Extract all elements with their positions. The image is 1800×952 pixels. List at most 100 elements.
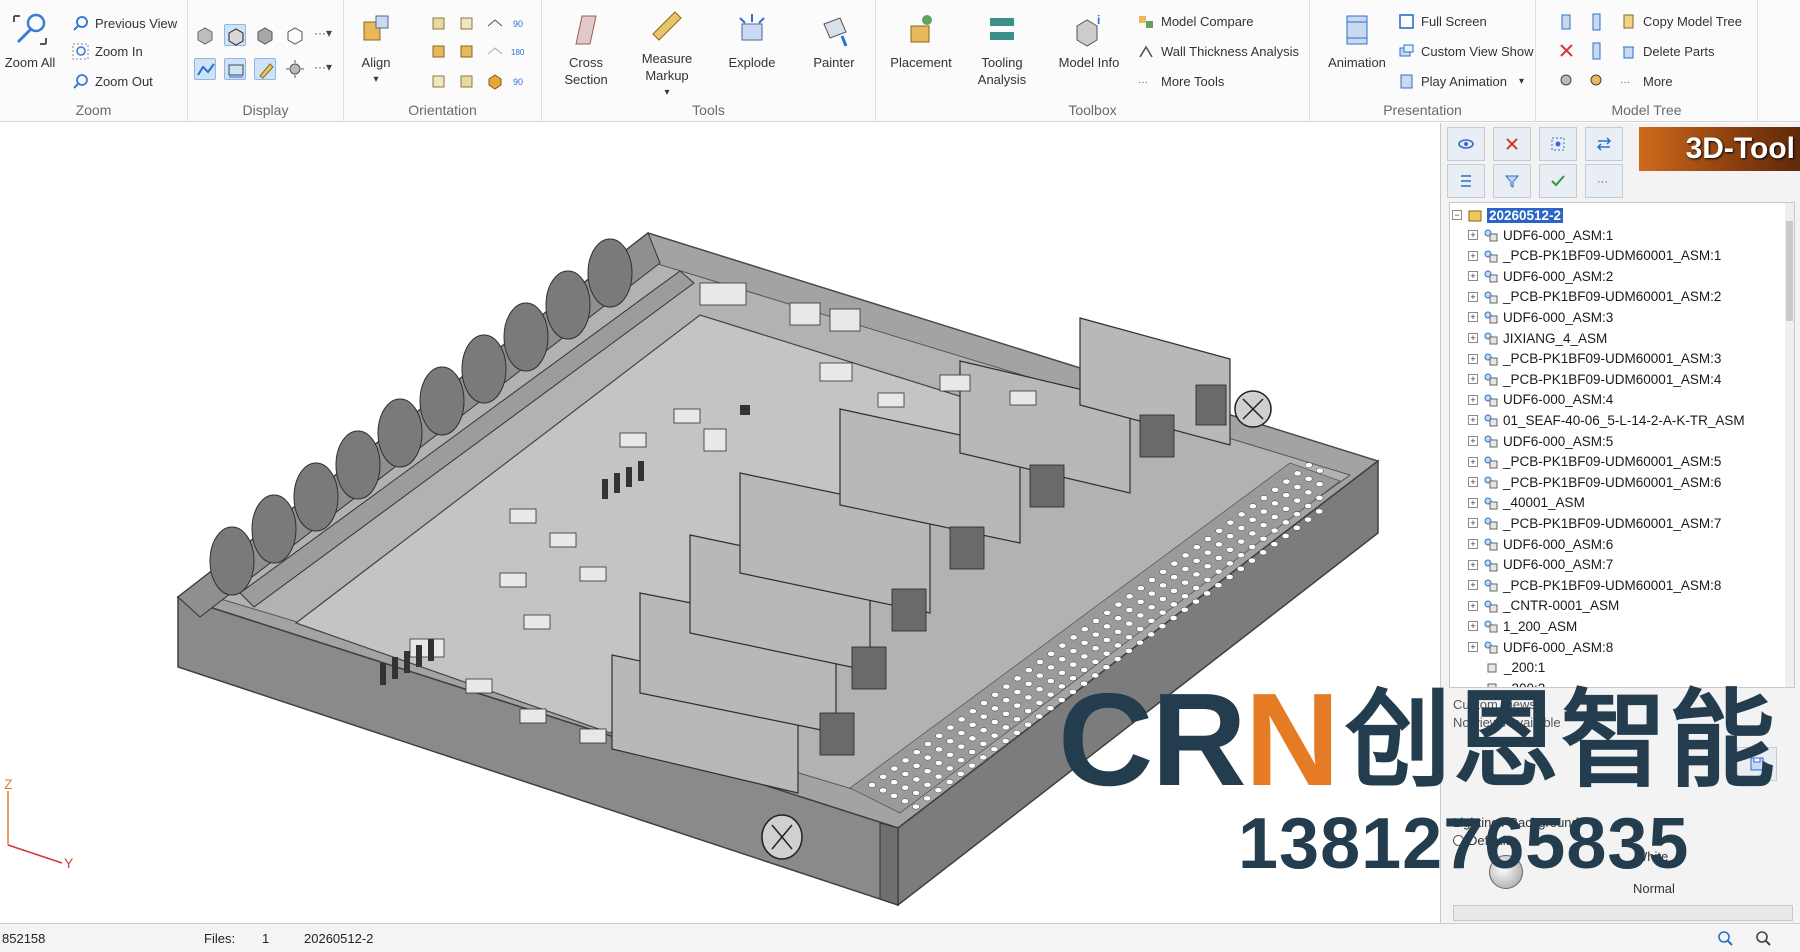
expand-icon[interactable]: + — [1468, 539, 1478, 549]
expand-icon[interactable]: + — [1468, 642, 1478, 652]
placement-button[interactable]: Placement — [886, 10, 956, 71]
model-tree[interactable]: − 20260512-2 + UDF6-000_ASM:1 + _PCB-PK1BF0… — [1449, 202, 1795, 688]
tree-color-icon[interactable] — [1586, 70, 1608, 92]
rotate-90-icon[interactable]: 90 — [510, 12, 532, 34]
expand-icon[interactable]: + — [1468, 374, 1478, 385]
tree-expand-icon[interactable] — [1556, 11, 1578, 33]
panel-swap-button[interactable] — [1585, 127, 1623, 161]
expand-icon[interactable]: + — [1468, 353, 1478, 364]
rotate-270-icon[interactable]: 90 — [510, 70, 532, 92]
full-screen-button[interactable]: Full Screen — [1398, 10, 1487, 32]
cross-section-button[interactable]: Cross Section — [558, 10, 614, 88]
status-zoom-icon[interactable] — [1716, 929, 1734, 950]
panel-hide-button[interactable] — [1493, 127, 1531, 161]
light-settings-icon[interactable] — [284, 58, 306, 80]
expand-icon[interactable]: + — [1468, 580, 1478, 591]
tree-item[interactable]: + UDF6-000_ASM:4 — [1468, 390, 1613, 410]
view-bottom-icon[interactable] — [456, 70, 478, 92]
painter-button[interactable]: Painter — [804, 10, 864, 71]
expand-icon[interactable]: + — [1468, 600, 1478, 611]
rotate-180-icon[interactable]: 180 — [510, 40, 532, 62]
tree-item[interactable]: + _40001_ASM — [1468, 493, 1585, 513]
view-front-icon[interactable] — [428, 12, 450, 34]
tree-item[interactable]: + UDF6-000_ASM:2 — [1468, 266, 1613, 286]
custom-view-show-button[interactable]: Custom View Show — [1398, 40, 1533, 62]
dimension-display-icon[interactable] — [224, 58, 246, 80]
tree-item[interactable]: + UDF6-000_ASM:7 — [1468, 555, 1613, 575]
tree-show-icon[interactable] — [1586, 40, 1608, 62]
tree-scrollbar[interactable] — [1785, 203, 1794, 687]
align-button[interactable]: Align ▾ — [350, 10, 402, 88]
view-iso-icon[interactable] — [484, 12, 506, 34]
tree-hide-icon[interactable] — [1556, 40, 1578, 62]
panel-check-button[interactable] — [1539, 164, 1577, 198]
tree-root[interactable]: − 20260512-2 — [1452, 205, 1564, 225]
tree-item[interactable]: _200:1 — [1484, 658, 1545, 678]
expand-icon[interactable]: + — [1468, 497, 1478, 508]
model-info-button[interactable]: i Model Info — [1054, 10, 1124, 71]
view-top-icon[interactable] — [428, 70, 450, 92]
more-tools-button[interactable]: ··· More Tools — [1138, 70, 1224, 92]
view-dimetric-icon[interactable] — [484, 40, 506, 62]
tree-collapse-icon[interactable] — [1586, 11, 1608, 33]
measure-dropdown-icon[interactable]: ▾ — [664, 84, 669, 101]
play-animation-button[interactable]: Play Animation ▾ — [1398, 70, 1524, 92]
tree-item[interactable]: + UDF6-000_ASM:6 — [1468, 534, 1613, 554]
expand-icon[interactable]: + — [1468, 333, 1478, 343]
delete-parts-button[interactable]: Delete Parts — [1620, 40, 1715, 62]
zoom-in-button[interactable]: Zoom In — [72, 40, 143, 62]
tree-scroll-thumb[interactable] — [1786, 221, 1793, 321]
animation-button[interactable]: Animation — [1322, 10, 1392, 71]
tree-item[interactable]: + _CNTR-0001_ASM — [1468, 596, 1619, 616]
tree-item[interactable]: + _PCB-PK1BF09-UDM60001_ASM:1 — [1468, 246, 1721, 266]
view-right-icon[interactable] — [456, 40, 478, 62]
tree-item[interactable]: +1_200_ASM — [1468, 616, 1577, 636]
display-more-icon[interactable]: ···▾ — [314, 26, 332, 40]
play-animation-dropdown-icon[interactable]: ▾ — [1519, 76, 1524, 87]
display-more-2-icon[interactable]: ···▾ — [314, 60, 332, 74]
edges-toggle-icon[interactable] — [194, 58, 216, 80]
markup-display-icon[interactable] — [254, 58, 276, 80]
tree-item[interactable]: + UDF6-000_ASM:8 — [1468, 637, 1613, 657]
expand-icon[interactable]: + — [1468, 436, 1478, 446]
model-compare-button[interactable]: Model Compare — [1138, 10, 1254, 32]
shaded-edges-icon[interactable] — [224, 24, 246, 46]
tree-item[interactable]: + UDF6-000_ASM:1 — [1468, 225, 1613, 245]
panel-filter-button[interactable] — [1493, 164, 1531, 198]
tree-item[interactable]: + _PCB-PK1BF09-UDM60001_ASM:6 — [1468, 472, 1721, 492]
view-left-icon[interactable] — [428, 40, 450, 62]
view-isometric-icon[interactable] — [484, 70, 506, 92]
expand-icon[interactable]: + — [1468, 271, 1478, 282]
zoom-all-button[interactable]: Zoom All — [4, 10, 56, 71]
panel-focus-button[interactable] — [1539, 127, 1577, 161]
panel-more-button[interactable]: ··· — [1585, 164, 1623, 198]
tree-item[interactable]: + UDF6-000_ASM:5 — [1468, 431, 1613, 451]
tree-isolate-icon[interactable] — [1556, 70, 1578, 92]
previous-view-button[interactable]: Previous View — [72, 12, 177, 34]
measure-markup-button[interactable]: Measure Markup ▾ — [636, 6, 698, 101]
tree-item[interactable]: + _PCB-PK1BF09-UDM60001_ASM:3 — [1468, 349, 1721, 369]
expand-icon[interactable]: + — [1468, 559, 1478, 570]
tree-item[interactable]: + JIXIANG_4_ASM — [1468, 328, 1607, 348]
wall-thickness-button[interactable]: Wall Thickness Analysis — [1138, 40, 1299, 62]
tree-item[interactable]: + _PCB-PK1BF09-UDM60001_ASM:5 — [1468, 452, 1721, 472]
status-search-icon[interactable] — [1754, 929, 1772, 950]
expand-icon[interactable]: + — [1468, 477, 1478, 488]
zoom-out-button[interactable]: Zoom Out — [72, 70, 153, 92]
tree-item[interactable]: + _PCB-PK1BF09-UDM60001_ASM:4 — [1468, 369, 1721, 389]
tree-item[interactable]: + _PCB-PK1BF09-UDM60001_ASM:7 — [1468, 513, 1721, 533]
model-tree-more-button[interactable]: ··· More — [1620, 70, 1673, 92]
tree-item[interactable]: + _PCB-PK1BF09-UDM60001_ASM:8 — [1468, 575, 1721, 595]
expand-icon[interactable]: + — [1468, 312, 1478, 323]
expand-icon[interactable]: + — [1468, 621, 1478, 632]
tree-item[interactable]: + UDF6-000_ASM:3 — [1468, 307, 1613, 327]
tree-item[interactable]: +01_SEAF-40-06_5-L-14-2-A-K-TR_ASM — [1468, 410, 1745, 430]
hidden-line-icon[interactable] — [254, 24, 276, 46]
expand-icon[interactable]: + — [1468, 250, 1478, 261]
tooling-analysis-button[interactable]: Tooling Analysis — [970, 10, 1034, 88]
shaded-view-icon[interactable] — [194, 24, 216, 46]
expand-icon[interactable]: + — [1468, 291, 1478, 302]
tree-item[interactable]: + _PCB-PK1BF09-UDM60001_ASM:2 — [1468, 287, 1721, 307]
explode-button[interactable]: Explode — [722, 10, 782, 71]
expand-icon[interactable]: + — [1468, 230, 1478, 240]
